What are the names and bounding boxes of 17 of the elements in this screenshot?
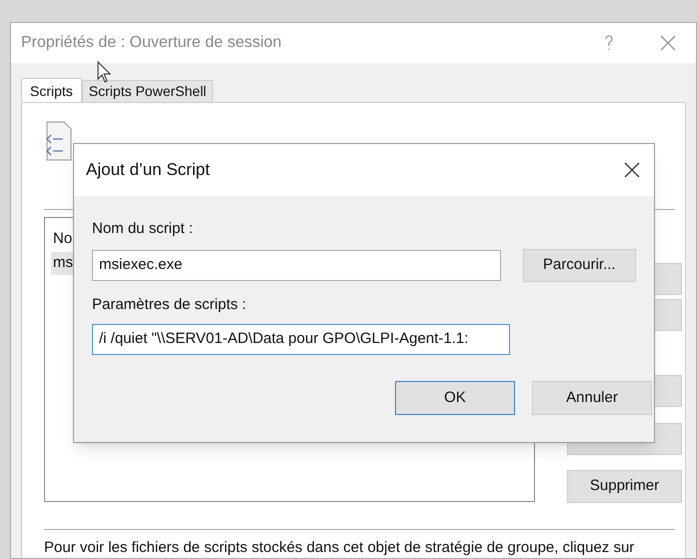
tab[interactable]: Scripts PowerShell [82,80,214,102]
browse-button[interactable]: Parcourir... [522,248,636,282]
dialog-button[interactable]: Annuler [532,381,652,415]
help-icon[interactable] [604,35,614,51]
field-label: Paramètres de scripts : [92,294,248,314]
list-row[interactable]: ms [51,252,75,274]
field-label: Nom du script : [92,219,194,239]
dialog-button[interactable]: OK [395,381,515,415]
input-field[interactable]: /i /quiet "\\SERV01-AD\Data pour GPO\GLPI-Agent-1.1: [92,324,510,355]
input-field[interactable]: msiexec.exe [92,250,501,280]
delete-button[interactable]: Supprimer [567,470,682,503]
window-title: Propriétés de : Ouverture de session [21,33,282,53]
column-header: No [53,229,72,249]
info-text: Pour voir les fichiers de scripts stockés dans cet objet de stratégie de groupe, cliquez sur [44,538,634,558]
dialog-title: Ajout d’un Script [86,159,210,182]
tab[interactable]: Scripts [21,78,82,103]
close-icon[interactable] [624,162,640,178]
